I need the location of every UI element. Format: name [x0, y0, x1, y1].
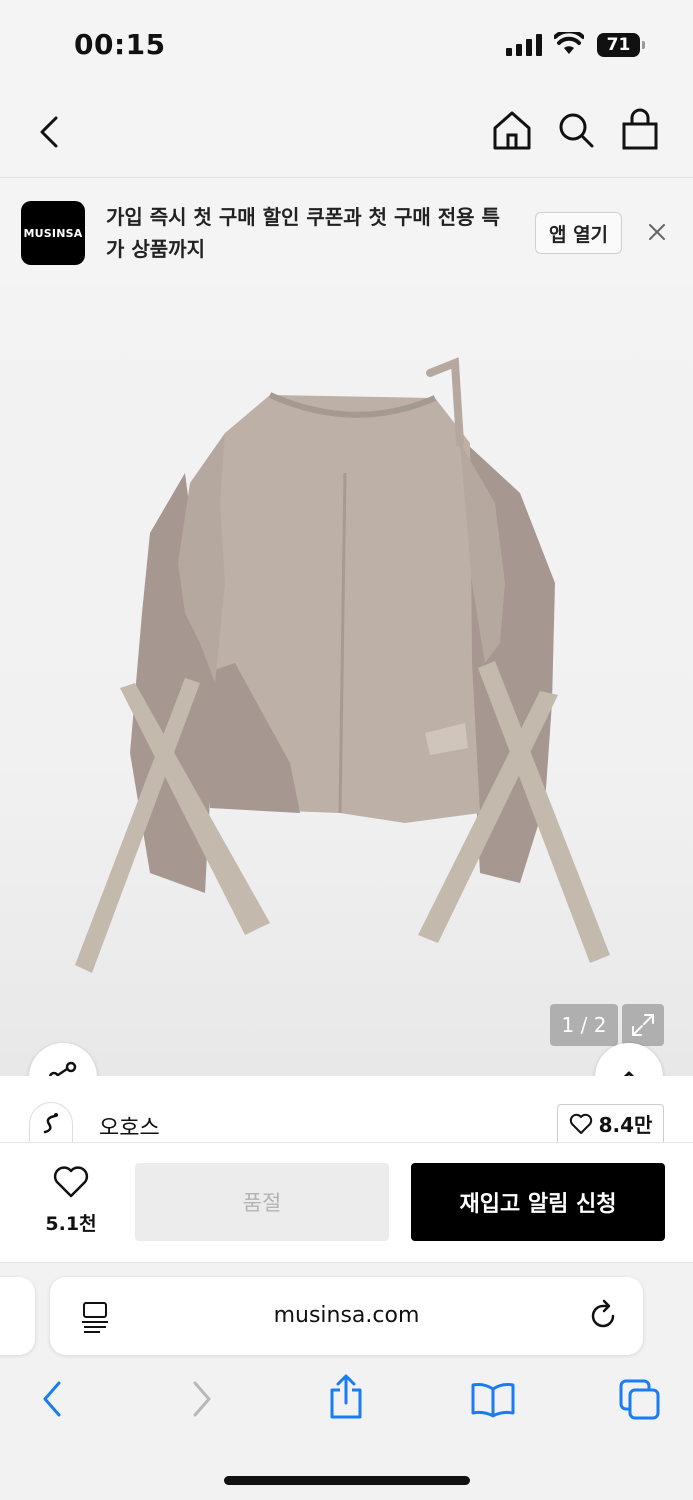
open-app-button[interactable]: 앱 열기 — [535, 212, 622, 254]
soldout-button: 품절 — [135, 1163, 389, 1241]
wifi-icon — [554, 32, 584, 54]
heart-icon — [569, 1113, 592, 1134]
wishlist-button[interactable]: 5.1천 — [30, 1165, 112, 1236]
close-icon[interactable] — [646, 221, 668, 243]
search-icon[interactable] — [556, 110, 596, 150]
battery-icon: 71 — [597, 33, 645, 57]
image-pager: 1 / 2 — [550, 1004, 618, 1046]
status-bar: 00:15 71 — [0, 0, 693, 90]
brand-name[interactable]: 오호스 — [99, 1110, 160, 1142]
shopping-bag-icon[interactable] — [620, 108, 660, 152]
top-navigation — [0, 90, 693, 178]
app-install-banner: MUSINSA 가입 즉시 첫 구매 할인 쿠폰과 첫 구매 전용 특가 상품까… — [0, 179, 693, 283]
home-icon[interactable] — [490, 108, 534, 152]
brand-logo-icon[interactable] — [29, 1102, 73, 1142]
banner-message: 가입 즉시 첫 구매 할인 쿠폰과 첫 구매 전용 특가 상품까지 — [106, 205, 500, 261]
forward-icon[interactable] — [188, 1379, 216, 1419]
address-bar[interactable]: musinsa.com — [50, 1277, 643, 1355]
browser-toolbar: musinsa.com — [0, 1263, 693, 1500]
brand-like-count: 8.4만 — [598, 1113, 653, 1137]
bookmarks-icon[interactable] — [470, 1381, 516, 1419]
back-chevron-icon[interactable] — [34, 112, 64, 152]
musinsa-logo: MUSINSA — [21, 201, 85, 265]
url-text: musinsa.com — [273, 1303, 420, 1328]
reload-icon[interactable] — [588, 1299, 618, 1331]
back-icon[interactable] — [38, 1379, 66, 1419]
heart-icon — [53, 1166, 89, 1198]
tabs-icon[interactable] — [619, 1379, 661, 1421]
expand-icon — [632, 1014, 654, 1036]
product-image — [75, 357, 610, 973]
brand-row: 오호스 8.4만 — [0, 1076, 693, 1142]
restock-alert-button[interactable]: 재입고 알림 신청 — [411, 1163, 665, 1241]
product-image-gallery[interactable]: 1 / 2 — [0, 283, 693, 1076]
previous-tab[interactable] — [0, 1277, 35, 1355]
purchase-action-bar: 5.1천 품절 재입고 알림 신청 — [0, 1142, 693, 1263]
battery-level: 71 — [606, 35, 631, 55]
wishlist-count: 5.1천 — [45, 1213, 97, 1235]
expand-button[interactable] — [622, 1004, 664, 1046]
cellular-signal-icon — [506, 34, 542, 56]
status-time: 00:15 — [74, 28, 166, 61]
share-icon[interactable] — [328, 1373, 364, 1421]
home-indicator — [224, 1476, 470, 1485]
brand-like-button[interactable]: 8.4만 — [557, 1104, 664, 1142]
